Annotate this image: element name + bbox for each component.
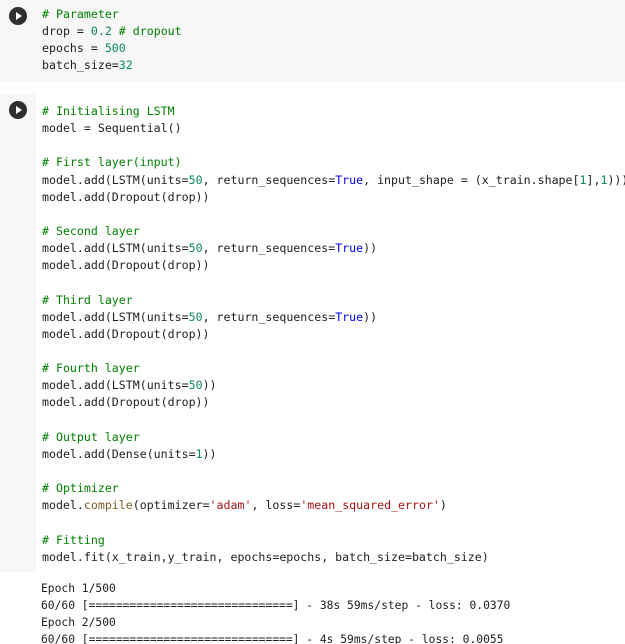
code-token: model.add(LSTM(units=	[42, 241, 189, 256]
code-line: # Output layer	[42, 429, 625, 446]
output-line: 60/60 [==============================] -…	[41, 633, 504, 644]
code-token: batch_size=	[42, 58, 119, 73]
code-token: epochs =	[42, 41, 105, 56]
code-line: epochs = 500	[42, 40, 182, 57]
code-token: # Fitting	[42, 532, 105, 547]
code-token: # Third layer	[42, 292, 133, 307]
code-line: # First layer(input)	[42, 154, 625, 171]
output-text: Epoch 1/500 60/60 [======================…	[41, 581, 510, 644]
code-token: model.fit(x_train,y_train, epochs=epochs…	[42, 549, 489, 564]
code-token: 50	[188, 309, 203, 324]
code-line: model.add(Dense(units=1))	[42, 446, 625, 463]
code-token: model.add(Dropout(drop))	[42, 395, 210, 410]
code-token: ))	[202, 446, 217, 461]
code-token: (optimizer=	[132, 498, 210, 513]
code-text: # Initialising LSTM model = Sequential() #…	[42, 103, 625, 566]
code-token: 32	[118, 58, 133, 73]
code-token: # Optimizer	[42, 481, 119, 496]
code-line: model.add(LSTM(units=50, return_sequence…	[42, 240, 625, 257]
code-token: ))	[202, 378, 217, 393]
code-token: , input_shape = (x_train.shape[	[363, 172, 580, 187]
code-token: , loss=	[251, 498, 301, 513]
code-token: model.add(LSTM(units=	[42, 378, 189, 393]
code-token: 'adam'	[209, 498, 252, 513]
code-token: 50	[188, 172, 203, 187]
code-token: , return_sequences=	[202, 309, 336, 324]
code-token: model.add(Dropout(drop))	[42, 326, 210, 341]
code-line: model.add(Dropout(drop))	[42, 257, 625, 274]
code-token: ))	[363, 241, 378, 256]
code-token: ))	[363, 309, 378, 324]
code-token: 'mean_squared_error'	[300, 498, 440, 513]
code-token: # Second layer	[42, 223, 140, 238]
code-token: model.	[42, 498, 84, 513]
code-text: # Parameter drop = 0.2 # dropout epochs = …	[42, 6, 182, 75]
run-cell-button[interactable]	[9, 7, 27, 25]
code-token: model.add(LSTM(units=	[42, 309, 189, 324]
code-token: True	[335, 172, 364, 187]
code-line: # Third layer	[42, 292, 625, 309]
code-line: model.add(LSTM(units=50, return_sequence…	[42, 309, 625, 326]
cell-gutter	[0, 94, 36, 572]
code-token: drop =	[42, 24, 91, 39]
code-token: , return_sequences=	[202, 172, 336, 187]
code-token: )	[439, 498, 447, 513]
cell-output: Epoch 1/500 60/60 [======================…	[0, 581, 625, 644]
code-line: model = Sequential()	[42, 120, 625, 137]
cell-gutter	[0, 0, 36, 82]
code-token: 0.2	[90, 24, 112, 39]
code-token: compile	[83, 498, 133, 513]
code-line: model.add(Dropout(drop))	[42, 326, 625, 343]
code-line: # Parameter	[42, 6, 182, 23]
code-line: model.compile(optimizer='adam', loss='me…	[42, 497, 625, 514]
code-line: model.add(LSTM(units=50))	[42, 377, 625, 394]
code-token: model.add(Dropout(drop))	[42, 189, 210, 204]
code-line: # Optimizer	[42, 480, 625, 497]
code-token: model.add(Dense(units=	[42, 446, 196, 461]
code-token: True	[335, 241, 364, 256]
code-line: drop = 0.2 # dropout	[42, 23, 182, 40]
code-token: # dropout	[111, 24, 182, 39]
code-cell-parameters: # Parameter drop = 0.2 # dropout epochs = …	[0, 0, 625, 82]
code-line: model.fit(x_train,y_train, epochs=epochs…	[42, 549, 625, 566]
code-token: # Fourth layer	[42, 361, 140, 376]
code-token: , return_sequences=	[202, 241, 336, 256]
code-token: )))	[607, 172, 625, 187]
code-token: True	[335, 309, 364, 324]
code-line: model.add(LSTM(units=50, return_sequence…	[42, 172, 625, 189]
code-token: # First layer(input)	[42, 155, 182, 170]
code-line: # Second layer	[42, 223, 625, 240]
code-token: ],	[586, 172, 601, 187]
code-token: # Output layer	[42, 429, 140, 444]
code-editor[interactable]: # Parameter drop = 0.2 # dropout epochs = …	[36, 0, 625, 82]
code-token: 1	[195, 446, 203, 461]
output-line: Epoch 1/500	[41, 582, 116, 595]
code-line: # Fourth layer	[42, 360, 625, 377]
code-token: 50	[188, 241, 203, 256]
output-line: Epoch 2/500	[41, 616, 116, 630]
code-token: # Parameter	[42, 7, 119, 21]
output-line: 60/60 [==============================] -…	[41, 599, 511, 613]
code-line: # Initialising LSTM	[42, 103, 625, 120]
code-line: model.add(Dropout(drop))	[42, 394, 625, 411]
code-token: model.add(LSTM(units=	[42, 172, 189, 187]
code-token: 500	[104, 41, 126, 56]
code-token: # Initialising LSTM	[42, 104, 175, 118]
code-token: model.add(Dropout(drop))	[42, 258, 210, 273]
code-token: model = Sequential()	[42, 121, 182, 136]
code-line: batch_size=32	[42, 57, 182, 74]
code-token: 50	[188, 378, 203, 393]
code-line: model.add(Dropout(drop))	[42, 189, 625, 206]
code-cell-lstm-model: # Initialising LSTM model = Sequential() #…	[0, 94, 625, 572]
run-cell-button[interactable]	[9, 101, 27, 119]
code-line: # Fitting	[42, 532, 625, 549]
code-editor[interactable]: # Initialising LSTM model = Sequential() #…	[36, 94, 625, 572]
